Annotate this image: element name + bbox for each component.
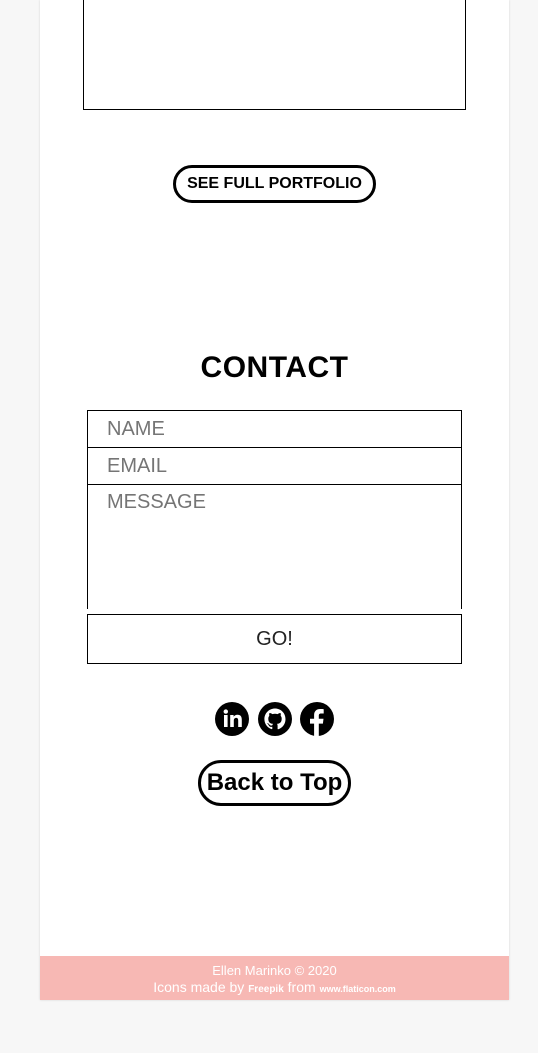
footer: Ellen Marinko © 2020 Icons made by Freep… (40, 956, 509, 1000)
footer-attribution: Icons made by Freepik from www.flaticon.… (40, 979, 509, 995)
facebook-icon (299, 702, 334, 736)
submit-button[interactable]: GO! (87, 614, 462, 664)
email-field[interactable] (87, 447, 462, 485)
contact-title: CONTACT (200, 351, 349, 384)
social-links (40, 702, 509, 736)
freepik-link[interactable]: Freepik (248, 984, 284, 995)
portfolio-preview-frame (83, 0, 466, 110)
attribution-prefix: Icons made by (153, 979, 245, 995)
attribution-from: from (287, 979, 316, 995)
flaticon-link[interactable]: www.flaticon.com (320, 984, 396, 994)
linkedin-link[interactable] (215, 702, 250, 736)
github-link[interactable] (257, 702, 292, 736)
back-to-top-button[interactable]: Back to Top (198, 760, 351, 806)
footer-copyright: Ellen Marinko © 2020 (212, 963, 337, 978)
facebook-link[interactable] (299, 702, 334, 736)
name-field[interactable] (87, 410, 462, 448)
see-full-portfolio-button[interactable]: SEE FULL PORTFOLIO (173, 165, 376, 203)
page-container: SEE FULL PORTFOLIO CONTACT GO! (40, 0, 509, 1000)
message-field[interactable] (87, 484, 462, 609)
linkedin-icon (215, 702, 250, 736)
github-icon (257, 702, 292, 736)
